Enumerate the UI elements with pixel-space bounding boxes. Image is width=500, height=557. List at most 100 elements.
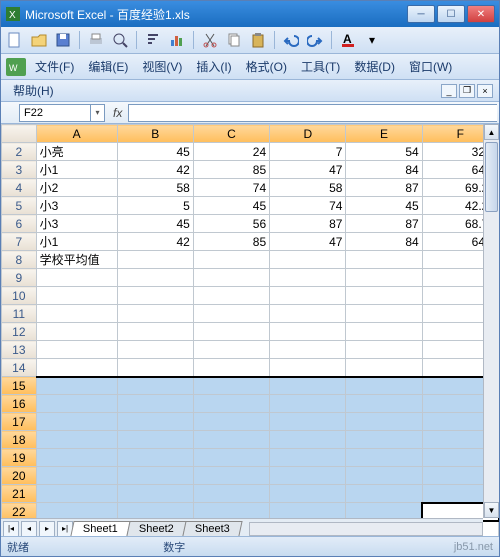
- name-box[interactable]: F22 ▾: [19, 104, 105, 122]
- cell-A2[interactable]: 小亮: [36, 143, 117, 161]
- cell-D6[interactable]: 87: [270, 215, 346, 233]
- doc-minimize-button[interactable]: _: [441, 84, 457, 98]
- col-header-D[interactable]: D: [270, 125, 346, 143]
- row-header[interactable]: 6: [2, 215, 37, 233]
- menu-tools[interactable]: 工具(T): [295, 56, 346, 77]
- cell-B5[interactable]: 5: [117, 197, 193, 215]
- cell-D21[interactable]: [270, 485, 346, 503]
- cell-C18[interactable]: [193, 431, 269, 449]
- cell-B21[interactable]: [117, 485, 193, 503]
- cell-C6[interactable]: 56: [193, 215, 269, 233]
- cell-D4[interactable]: 58: [270, 179, 346, 197]
- cell-A7[interactable]: 小1: [36, 233, 117, 251]
- cell-E15[interactable]: [346, 377, 422, 395]
- menu-help[interactable]: 帮助(H): [7, 80, 60, 101]
- cell-E8[interactable]: [346, 251, 422, 269]
- scroll-down-icon[interactable]: ▼: [484, 502, 499, 518]
- menu-data[interactable]: 数据(D): [348, 56, 401, 77]
- cell-C9[interactable]: [193, 269, 269, 287]
- cell-A10[interactable]: [36, 287, 117, 305]
- row-header[interactable]: 5: [2, 197, 37, 215]
- select-all-corner[interactable]: [2, 125, 37, 143]
- cell-D7[interactable]: 47: [270, 233, 346, 251]
- chart-icon[interactable]: [167, 30, 187, 50]
- cell-A6[interactable]: 小3: [36, 215, 117, 233]
- cell-E14[interactable]: [346, 359, 422, 377]
- cell-E3[interactable]: 84: [346, 161, 422, 179]
- cell-C3[interactable]: 85: [193, 161, 269, 179]
- col-header-A[interactable]: A: [36, 125, 117, 143]
- wps-logo-icon[interactable]: W: [5, 57, 27, 77]
- row-header[interactable]: 8: [2, 251, 37, 269]
- col-header-E[interactable]: E: [346, 125, 422, 143]
- cell-A12[interactable]: [36, 323, 117, 341]
- row-header[interactable]: 12: [2, 323, 37, 341]
- cell-A3[interactable]: 小1: [36, 161, 117, 179]
- cell-C7[interactable]: 85: [193, 233, 269, 251]
- row-header[interactable]: 15: [2, 377, 37, 395]
- preview-icon[interactable]: [110, 30, 130, 50]
- row-header[interactable]: 10: [2, 287, 37, 305]
- cell-B17[interactable]: [117, 413, 193, 431]
- menu-insert[interactable]: 插入(I): [190, 56, 237, 77]
- open-icon[interactable]: [29, 30, 49, 50]
- name-box-dropdown-icon[interactable]: ▾: [90, 105, 104, 121]
- cell-A14[interactable]: [36, 359, 117, 377]
- redo-icon[interactable]: [305, 30, 325, 50]
- row-header[interactable]: 17: [2, 413, 37, 431]
- cell-D18[interactable]: [270, 431, 346, 449]
- cell-E13[interactable]: [346, 341, 422, 359]
- doc-close-button[interactable]: ×: [477, 84, 493, 98]
- row-header[interactable]: 2: [2, 143, 37, 161]
- col-header-C[interactable]: C: [193, 125, 269, 143]
- doc-restore-button[interactable]: ❐: [459, 84, 475, 98]
- cell-B13[interactable]: [117, 341, 193, 359]
- cell-D12[interactable]: [270, 323, 346, 341]
- cell-E20[interactable]: [346, 467, 422, 485]
- font-color-icon[interactable]: A: [338, 30, 358, 50]
- cell-B12[interactable]: [117, 323, 193, 341]
- cell-A20[interactable]: [36, 467, 117, 485]
- row-header[interactable]: 3: [2, 161, 37, 179]
- cell-D10[interactable]: [270, 287, 346, 305]
- cell-D8[interactable]: [270, 251, 346, 269]
- cell-C16[interactable]: [193, 395, 269, 413]
- cell-A9[interactable]: [36, 269, 117, 287]
- row-header[interactable]: 19: [2, 449, 37, 467]
- cell-E7[interactable]: 84: [346, 233, 422, 251]
- cell-B8[interactable]: [117, 251, 193, 269]
- menu-window[interactable]: 窗口(W): [403, 56, 458, 77]
- cell-E11[interactable]: [346, 305, 422, 323]
- cell-E4[interactable]: 87: [346, 179, 422, 197]
- tab-nav-first-icon[interactable]: |◂: [3, 521, 19, 537]
- cell-A8[interactable]: 学校平均值: [36, 251, 117, 269]
- cell-B19[interactable]: [117, 449, 193, 467]
- cell-C13[interactable]: [193, 341, 269, 359]
- cell-C12[interactable]: [193, 323, 269, 341]
- cell-A5[interactable]: 小3: [36, 197, 117, 215]
- worksheet-grid[interactable]: A B C D E F 2小亮452475432.53小14285478464.…: [1, 124, 499, 556]
- row-header[interactable]: 21: [2, 485, 37, 503]
- cell-E6[interactable]: 87: [346, 215, 422, 233]
- sheet-tab-2[interactable]: Sheet2: [126, 521, 186, 536]
- cell-E19[interactable]: [346, 449, 422, 467]
- cell-A18[interactable]: [36, 431, 117, 449]
- cell-D5[interactable]: 74: [270, 197, 346, 215]
- row-header[interactable]: 4: [2, 179, 37, 197]
- scroll-up-icon[interactable]: ▲: [484, 124, 499, 140]
- cell-C17[interactable]: [193, 413, 269, 431]
- cell-A15[interactable]: [36, 377, 117, 395]
- copy-icon[interactable]: [224, 30, 244, 50]
- menu-file[interactable]: 文件(F): [29, 56, 80, 77]
- sheet-tab-3[interactable]: Sheet3: [182, 521, 242, 536]
- sheet-tab-1[interactable]: Sheet1: [70, 521, 130, 536]
- row-header[interactable]: 13: [2, 341, 37, 359]
- close-button[interactable]: ✕: [467, 5, 495, 23]
- maximize-button[interactable]: ☐: [437, 5, 465, 23]
- cell-B18[interactable]: [117, 431, 193, 449]
- menu-edit[interactable]: 编辑(E): [82, 56, 134, 77]
- row-header[interactable]: 7: [2, 233, 37, 251]
- menu-format[interactable]: 格式(O): [240, 56, 293, 77]
- cell-E17[interactable]: [346, 413, 422, 431]
- cell-B4[interactable]: 58: [117, 179, 193, 197]
